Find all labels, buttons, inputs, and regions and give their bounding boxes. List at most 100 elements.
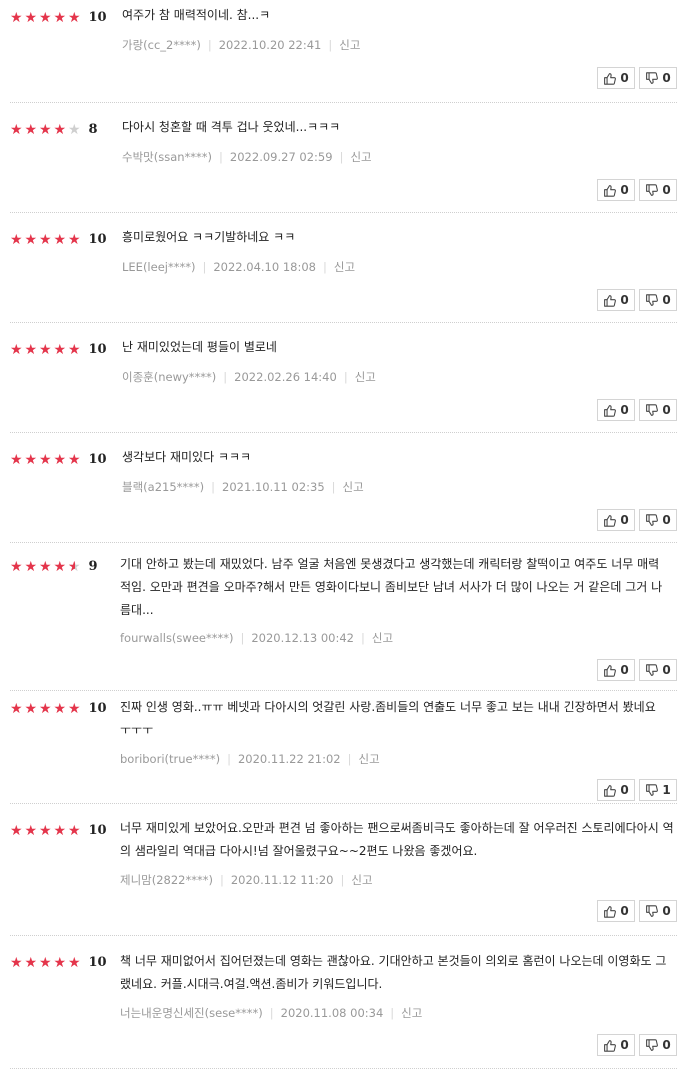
dislike-button[interactable]: 0 (639, 289, 677, 311)
star-icon: ★ (53, 231, 67, 248)
vote-buttons: 0 1 (597, 779, 677, 801)
dislike-count: 0 (662, 403, 671, 417)
rating-stars: ★ ★ ★ ★ ★ (10, 453, 83, 467)
like-button[interactable]: 0 (597, 179, 635, 201)
review-item: ★ ★ ★ ★ ★ 8 다아시 청혼할 때 격투 겁나 웃었네...ㅋㅋㅋ 수박맛(ss… (10, 103, 677, 213)
review-meta: 너는내운명신세진(sese****) | 2020.11.08 00:34 | 신고 (120, 1005, 422, 1021)
star-icon: ★ (24, 822, 38, 839)
rating-score: 10 (88, 452, 107, 467)
like-button[interactable]: 0 (597, 659, 635, 681)
review-meta: boribori(true****) | 2020.11.22 21:02 | 신고 (120, 751, 380, 767)
rating: ★ ★ ★ ★ ★ 8 (10, 122, 98, 137)
review-text: 흥미로웠어요 ㅋㅋ기발하네요 ㅋㅋ (122, 230, 296, 244)
star-icon: ★ (10, 231, 23, 248)
thumbs-down-icon (645, 783, 662, 797)
like-button[interactable]: 0 (597, 399, 635, 421)
report-link[interactable]: 신고 (401, 1006, 422, 1020)
star-icon: ★ (68, 341, 81, 358)
review-date: 2020.11.08 00:34 (280, 1006, 384, 1020)
rating-score: 8 (88, 122, 98, 137)
rating-score: 10 (88, 10, 107, 25)
star-icon: ★ (53, 9, 67, 26)
divider: | (322, 260, 327, 274)
report-link[interactable]: 신고 (339, 38, 360, 52)
rating-stars: ★ ★ ★ ★ ★ (10, 343, 83, 357)
review-meta: LEE(leej****) | 2022.04.10 18:08 | 신고 (122, 259, 355, 275)
star-icon: ★ (39, 121, 52, 138)
rating-stars: ★ ★ ★ ★ ★ (10, 824, 83, 838)
star-icon: ★ (10, 954, 23, 971)
star-icon: ★ (39, 9, 52, 26)
rating-score: 9 (88, 559, 98, 574)
like-count: 0 (620, 183, 629, 197)
star-icon: ★ (24, 451, 38, 468)
dislike-button[interactable]: 0 (639, 900, 677, 922)
review-author[interactable]: 이종훈(newy****) (122, 370, 216, 384)
dislike-button[interactable]: 0 (639, 659, 677, 681)
review-meta: 수박맛(ssan****) | 2022.09.27 02:59 | 신고 (122, 149, 372, 165)
review-author[interactable]: fourwalls(swee****) (120, 631, 233, 645)
review-item: ★ ★ ★ ★ ★ 10 책 너무 재미없어서 집어던졌는데 영화는 괜찮아요. 기대안… (10, 936, 677, 1069)
star-icon: ★ (10, 451, 23, 468)
review-author[interactable]: 너는내운명신세진(sese****) (120, 1006, 263, 1020)
rating: ★ ★ ★ ★ ★ 10 (10, 823, 107, 838)
report-link[interactable]: 신고 (343, 480, 364, 494)
review-list: ★ ★ ★ ★ ★ 10 여주가 참 매력적이네. 참...ㅋ 가랑(cc_2****)… (0, 0, 691, 1069)
dislike-button[interactable]: 1 (639, 779, 677, 801)
like-button[interactable]: 0 (597, 1034, 635, 1056)
like-count: 0 (620, 904, 629, 918)
report-link[interactable]: 신고 (355, 370, 376, 384)
review-author[interactable]: LEE(leej****) (122, 260, 195, 274)
star-icon: ★ (39, 700, 52, 717)
vote-buttons: 0 0 (597, 1034, 677, 1056)
star-icon: ★ (53, 822, 67, 839)
like-count: 0 (620, 513, 629, 527)
review-author[interactable]: 수박맛(ssan****) (122, 150, 212, 164)
review-author[interactable]: 제니맘(2822****) (120, 873, 213, 887)
vote-buttons: 0 0 (597, 659, 677, 681)
report-link[interactable]: 신고 (351, 873, 372, 887)
report-link[interactable]: 신고 (372, 631, 393, 645)
dislike-count: 0 (662, 904, 671, 918)
dislike-button[interactable]: 0 (639, 399, 677, 421)
dislike-button[interactable]: 0 (639, 67, 677, 89)
review-author[interactable]: 블랙(a215****) (122, 480, 204, 494)
like-count: 0 (620, 783, 629, 797)
like-button[interactable]: 0 (597, 900, 635, 922)
thumbs-up-icon (603, 514, 620, 527)
divider: | (211, 480, 216, 494)
thumbs-up-icon (603, 404, 620, 417)
review-date: 2022.09.27 02:59 (229, 150, 333, 164)
star-icon: ★ (10, 822, 23, 839)
like-button[interactable]: 0 (597, 289, 635, 311)
rating: ★★★★★ 9 (10, 559, 98, 574)
like-button[interactable]: 0 (597, 509, 635, 531)
rating-stars: ★ ★ ★ ★ ★ (10, 560, 83, 574)
divider: | (339, 150, 344, 164)
report-link[interactable]: 신고 (334, 260, 355, 274)
review-author[interactable]: boribori(true****) (120, 752, 220, 766)
thumbs-up-icon (603, 184, 620, 197)
divider: | (390, 1006, 395, 1020)
report-link[interactable]: 신고 (350, 150, 371, 164)
dislike-button[interactable]: 0 (639, 509, 677, 531)
review-date: 2022.04.10 18:08 (213, 260, 316, 274)
report-link[interactable]: 신고 (359, 752, 380, 766)
divider: | (340, 873, 345, 887)
star-icon: ★ (68, 121, 81, 138)
review-text: 생각보다 재미있다 ㅋㅋㅋ (122, 450, 252, 464)
star-icon: ★ (53, 954, 67, 971)
review-author[interactable]: 가랑(cc_2****) (122, 38, 201, 52)
thumbs-up-icon (603, 664, 620, 677)
review-date: 2020.12.13 00:42 (251, 631, 354, 645)
vote-buttons: 0 0 (597, 67, 677, 89)
dislike-button[interactable]: 0 (639, 1034, 677, 1056)
like-button[interactable]: 0 (597, 779, 635, 801)
thumbs-down-icon (645, 904, 662, 918)
like-button[interactable]: 0 (597, 67, 635, 89)
dislike-button[interactable]: 0 (639, 179, 677, 201)
rating-stars: ★ ★ ★ ★ ★ (10, 956, 83, 970)
like-count: 0 (620, 293, 629, 307)
star-icon: ★ (68, 451, 81, 468)
review-text: 너무 재미있게 보았어요.오만과 편견 넘 좋아하는 팬으로써좀비극도 좋아하는… (120, 821, 674, 858)
